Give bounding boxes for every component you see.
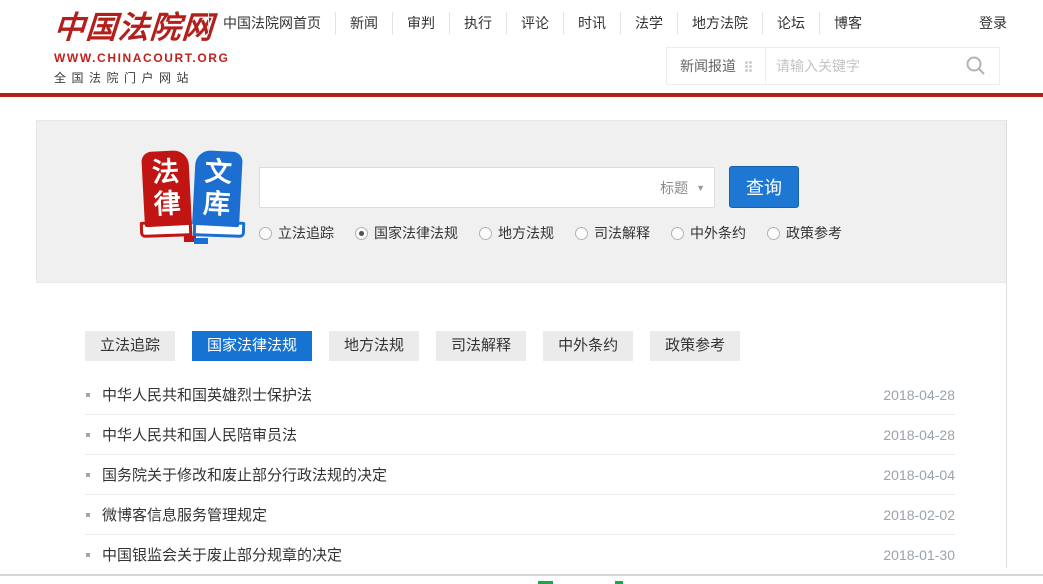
bullet-icon	[86, 393, 90, 397]
radio-treaties[interactable]: 中外条约	[671, 223, 746, 243]
law-date: 2018-04-28	[883, 427, 955, 443]
law-title-link[interactable]: 中华人民共和国人民陪审员法	[102, 424, 883, 445]
footer-divider	[0, 574, 1043, 576]
nav-item-forum[interactable]: 论坛	[762, 12, 819, 34]
radio-circle	[767, 227, 780, 240]
site-logo-url: WWW.CHINACOURT.ORG	[54, 51, 224, 65]
law-title-link[interactable]: 微博客信息服务管理规定	[102, 504, 883, 525]
law-library-logo: 法律 文库	[140, 151, 246, 253]
header-search-bar: 新闻报道	[666, 47, 1000, 85]
field-type-selector[interactable]: 标题 ▼	[660, 167, 705, 208]
nav-item-home[interactable]: 中国法院网首页	[208, 12, 335, 34]
search-category-selector[interactable]: 新闻报道	[667, 48, 766, 84]
table-row: 国务院关于修改和废止部分行政法规的决定 2018-04-04	[85, 455, 955, 495]
radio-circle	[671, 227, 684, 240]
query-button[interactable]: 查询	[729, 166, 799, 208]
radio-legislation-tracking[interactable]: 立法追踪	[259, 223, 334, 243]
nav-item-local-courts[interactable]: 地方法院	[677, 12, 762, 34]
nav-item-commentary[interactable]: 评论	[506, 12, 563, 34]
field-type-label: 标题	[660, 178, 688, 198]
book-page-library-text: 文库	[202, 156, 232, 221]
site-logo-tagline: 全国法院门户网站	[54, 69, 224, 86]
law-title-link[interactable]: 国务院关于修改和废止部分行政法规的决定	[102, 464, 883, 485]
bullet-icon	[86, 553, 90, 557]
chevron-down-icon: ▼	[696, 183, 705, 193]
search-category-label: 新闻报道	[680, 56, 736, 76]
site-logo-calligraphy: 中国法院网	[52, 6, 225, 50]
bullet-icon	[86, 513, 90, 517]
grid-dots-icon	[745, 61, 752, 72]
tab-national-laws[interactable]: 国家法律法规	[192, 331, 312, 361]
category-radio-group: 立法追踪 国家法律法规 地方法规 司法解释 中外条约 政策参考	[259, 223, 842, 243]
table-row: 中国银监会关于废止部分规章的决定 2018-01-30	[85, 535, 955, 575]
law-date: 2018-01-30	[883, 547, 955, 563]
result-tabs: 立法追踪 国家法律法规 地方法规 司法解释 中外条约 政策参考	[85, 331, 740, 361]
radio-circle-selected	[355, 227, 368, 240]
book-notch-right	[194, 238, 208, 244]
page: 中国法院网 WWW.CHINACOURT.ORG 全国法院门户网站 中国法院网首…	[0, 0, 1043, 584]
content-right-border	[1006, 120, 1007, 568]
law-result-list: 中华人民共和国英雄烈士保护法 2018-04-28 中华人民共和国人民陪审员法 …	[85, 375, 955, 575]
header-search-input[interactable]	[766, 48, 953, 84]
bullet-icon	[86, 473, 90, 477]
site-logo[interactable]: 中国法院网 WWW.CHINACOURT.ORG 全国法院门户网站	[54, 6, 224, 86]
radio-judicial-interpretation[interactable]: 司法解释	[575, 223, 650, 243]
library-query-input[interactable]	[259, 167, 715, 208]
law-title-link[interactable]: 中华人民共和国英雄烈士保护法	[102, 384, 883, 405]
table-row: 中华人民共和国英雄烈士保护法 2018-04-28	[85, 375, 955, 415]
radio-circle	[479, 227, 492, 240]
law-library-search-panel: 法律 文库 标题 ▼ 查询 立法追踪 国家法律法规	[36, 120, 1007, 283]
login-link[interactable]: 登录	[979, 13, 1007, 33]
radio-policy-reference[interactable]: 政策参考	[767, 223, 842, 243]
main-nav: 中国法院网首页 新闻 审判 执行 评论 时讯 法学 地方法院 论坛 博客	[208, 12, 876, 34]
nav-item-news[interactable]: 新闻	[335, 12, 392, 34]
law-date: 2018-04-28	[883, 387, 955, 403]
magnifier-icon	[965, 55, 987, 77]
tab-treaties[interactable]: 中外条约	[543, 331, 633, 361]
table-row: 微博客信息服务管理规定 2018-02-02	[85, 495, 955, 535]
tab-local-regulations[interactable]: 地方法规	[329, 331, 419, 361]
nav-item-trial[interactable]: 审判	[392, 12, 449, 34]
radio-circle	[259, 227, 272, 240]
book-page-law-text: 法律	[151, 156, 181, 221]
book-page-library: 文库	[192, 150, 243, 227]
nav-item-law-study[interactable]: 法学	[620, 12, 677, 34]
law-date: 2018-04-04	[883, 467, 955, 483]
header-search-button[interactable]	[953, 48, 999, 84]
radio-circle	[575, 227, 588, 240]
tab-policy-reference[interactable]: 政策参考	[650, 331, 740, 361]
tab-judicial-interpretation[interactable]: 司法解释	[436, 331, 526, 361]
law-title-link[interactable]: 中国银监会关于废止部分规章的决定	[102, 544, 883, 565]
book-page-law: 法律	[141, 150, 192, 227]
nav-item-enforcement[interactable]: 执行	[449, 12, 506, 34]
library-query-field: 标题 ▼	[259, 167, 715, 208]
nav-item-blog[interactable]: 博客	[819, 12, 876, 34]
radio-local-regulations[interactable]: 地方法规	[479, 223, 554, 243]
law-date: 2018-02-02	[883, 507, 955, 523]
bullet-icon	[86, 433, 90, 437]
header-divider-red	[0, 93, 1043, 97]
tab-legislation-tracking[interactable]: 立法追踪	[85, 331, 175, 361]
radio-national-laws[interactable]: 国家法律法规	[355, 223, 458, 243]
nav-item-current[interactable]: 时讯	[563, 12, 620, 34]
table-row: 中华人民共和国人民陪审员法 2018-04-28	[85, 415, 955, 455]
